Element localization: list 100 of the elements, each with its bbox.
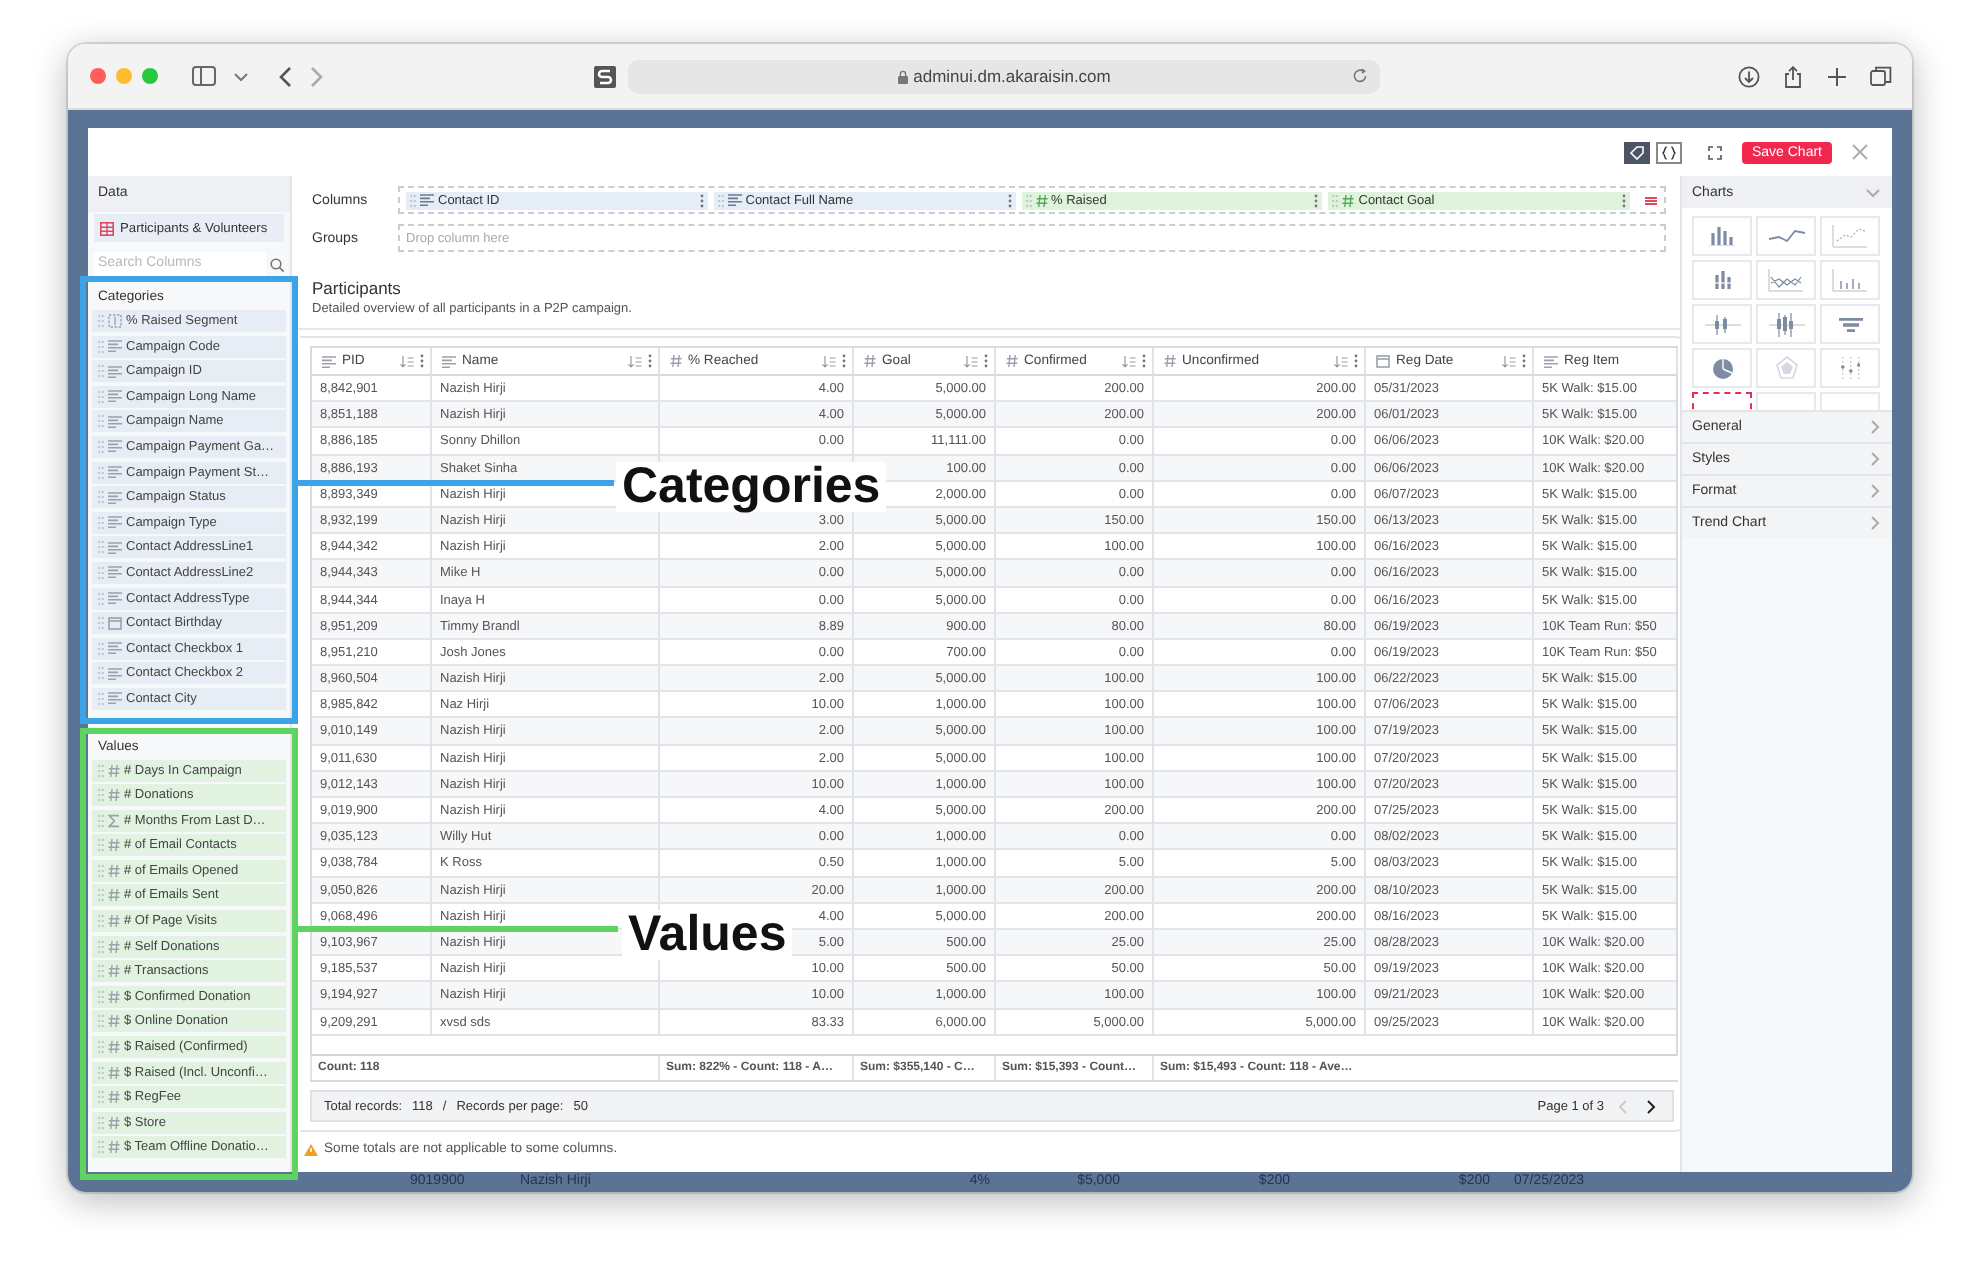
kebab-menu-icon <box>1314 193 1319 207</box>
hash-icon <box>108 1115 120 1130</box>
kebab-menu-icon <box>699 193 704 207</box>
multi-line-chart-icon <box>1768 268 1804 292</box>
pie-chart-icon <box>1711 357 1733 379</box>
hash-icon <box>108 1065 120 1080</box>
column-chart-icon <box>1832 268 1868 292</box>
search-icon <box>270 257 284 271</box>
sort-icon <box>1334 355 1348 367</box>
hash-icon <box>108 763 120 777</box>
text-type-icon <box>108 692 122 705</box>
lock-icon <box>897 69 908 83</box>
forward-icon[interactable] <box>310 65 324 87</box>
code-view-button[interactable] <box>1655 141 1682 163</box>
hash-icon <box>108 914 120 929</box>
strip-plot-icon <box>1839 355 1861 381</box>
hash-icon <box>108 1014 120 1029</box>
text-type-icon <box>108 642 122 655</box>
warning-icon <box>304 1143 318 1155</box>
hash-icon <box>108 788 120 803</box>
chevron-right-icon <box>1870 516 1880 530</box>
stacked-bar-chart-icon <box>1713 270 1731 290</box>
text-type-icon <box>108 390 122 403</box>
sort-icon <box>628 355 642 367</box>
hash-icon <box>864 354 876 368</box>
sort-icon <box>1122 355 1136 367</box>
chevron-down-icon <box>234 71 248 81</box>
text-type-icon <box>108 340 122 353</box>
hash-icon <box>1342 193 1355 207</box>
share-icon[interactable] <box>1782 65 1804 87</box>
text-type-icon <box>108 566 122 579</box>
tag-icon <box>1629 145 1644 159</box>
box-plot-icon <box>1703 313 1741 335</box>
box-plot-icon <box>1767 311 1805 337</box>
bar-chart-icon <box>1708 225 1736 247</box>
hash-icon <box>108 964 120 979</box>
tabs-icon[interactable] <box>1870 65 1892 87</box>
text-type-icon <box>1544 355 1558 367</box>
braces-icon <box>1661 145 1676 159</box>
hash-icon <box>108 1040 120 1055</box>
back-icon[interactable] <box>278 65 292 87</box>
text-type-icon <box>420 194 434 206</box>
next-page-button[interactable] <box>1642 1099 1660 1113</box>
sort-icon <box>1502 355 1516 367</box>
close-button[interactable] <box>90 68 106 84</box>
sort-icon <box>964 355 978 367</box>
chevron-right-icon <box>1870 420 1880 434</box>
fullscreen-icon[interactable] <box>1707 145 1722 159</box>
line-scatter-chart-icon <box>1832 224 1868 248</box>
hash-icon <box>108 863 120 878</box>
text-type-icon <box>108 440 122 453</box>
text-type-icon <box>108 365 122 378</box>
hash-icon <box>108 1090 120 1105</box>
site-logo-icon <box>594 65 616 87</box>
segment-icon <box>108 314 122 328</box>
text-type-icon <box>108 516 122 529</box>
text-type-icon <box>108 415 122 428</box>
text-type-icon <box>108 667 122 680</box>
radar-chart-icon <box>1775 356 1797 380</box>
hash-icon <box>108 838 120 853</box>
download-icon[interactable] <box>1738 65 1760 87</box>
url-text: adminui.dm.akaraisin.com <box>913 66 1111 86</box>
text-type-icon <box>727 194 742 206</box>
plus-icon[interactable] <box>1826 65 1848 87</box>
tag-button[interactable] <box>1623 141 1650 163</box>
hash-icon <box>670 354 682 368</box>
text-type-icon <box>108 491 122 504</box>
sidebar-icon[interactable] <box>192 66 216 86</box>
hash-icon <box>108 989 120 1004</box>
hash-icon <box>108 888 120 903</box>
hash-icon <box>1035 193 1047 207</box>
text-type-icon <box>108 541 122 554</box>
hash-icon <box>108 1140 120 1155</box>
reload-icon[interactable] <box>1352 67 1368 83</box>
text-type-icon <box>442 355 456 367</box>
text-type-icon <box>322 355 336 367</box>
sort-icon <box>822 355 836 367</box>
text-type-icon <box>108 592 122 605</box>
calendar-icon <box>108 616 122 631</box>
address-bar[interactable]: adminui.dm.akaraisin.com <box>628 59 1380 93</box>
calendar-icon <box>1376 354 1390 368</box>
zoom-button[interactable] <box>142 68 158 84</box>
hash-icon <box>1006 354 1018 368</box>
sort-icon <box>400 355 414 367</box>
line-chart-icon <box>1767 230 1805 242</box>
chevron-right-icon <box>1646 1099 1656 1113</box>
funnel-chart-icon <box>1837 317 1863 331</box>
chevron-right-icon <box>1870 452 1880 466</box>
callout-label: Values <box>622 910 793 960</box>
hash-icon <box>108 939 120 954</box>
remove-icon[interactable] <box>1644 193 1658 207</box>
chevron-right-icon <box>1870 484 1880 498</box>
chevron-down-icon <box>1866 187 1880 197</box>
chevron-left-icon <box>1618 1099 1628 1113</box>
close-icon[interactable] <box>1852 144 1868 160</box>
report-title: Participants <box>310 278 403 298</box>
hash-icon <box>1164 354 1176 368</box>
table-icon <box>100 221 114 235</box>
sigma-icon <box>108 813 120 828</box>
text-type-icon <box>108 466 122 479</box>
